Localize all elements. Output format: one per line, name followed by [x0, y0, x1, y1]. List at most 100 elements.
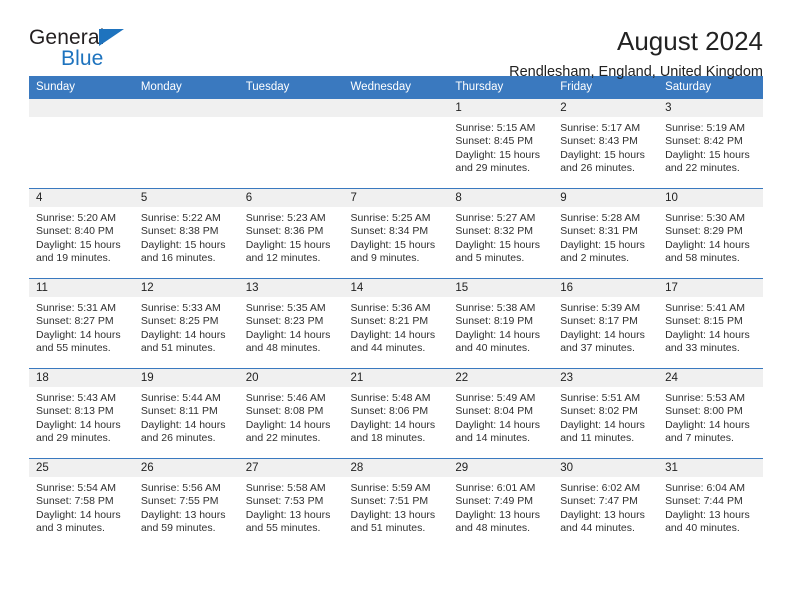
brand-logo[interactable]: General Blue: [29, 26, 149, 78]
day-details: Sunrise: 5:22 AM Sunset: 8:38 PM Daylight:…: [134, 207, 239, 266]
day-number: 25: [29, 459, 134, 477]
daylight-text-line1: Daylight: 15 hours: [665, 148, 750, 161]
daylight-text-line1: Daylight: 15 hours: [140, 238, 226, 251]
sunrise-text: Sunrise: 5:19 AM: [665, 122, 746, 134]
calendar-day-cell[interactable]: 5 Sunrise: 5:22 AM Sunset: 8:38 PM Daylight…: [133, 188, 239, 279]
calendar-day-cell[interactable]: 18 Sunrise: 5:43 AM Sunset: 8:13 PM Dayligh…: [29, 368, 134, 459]
sunrise-text: Sunrise: 5:15 AM: [455, 122, 536, 134]
calendar-day-cell[interactable]: 6 Sunrise: 5:23 AM Sunset: 8:36 PM Daylight…: [238, 188, 344, 279]
calendar-day-cell[interactable]: 10 Sunrise: 5:30 AM Sunset: 8:29 PM Dayligh…: [658, 188, 763, 279]
sunrise-text: Sunrise: 5:25 AM: [350, 212, 431, 224]
sunset-text: Sunset: 7:49 PM: [455, 495, 534, 508]
calendar-day-cell[interactable]: 26 Sunrise: 5:56 AM Sunset: 7:55 PM Dayligh…: [133, 458, 239, 548]
calendar-day-cell[interactable]: 12 Sunrise: 5:33 AM Sunset: 8:25 PM Dayligh…: [133, 278, 239, 369]
daylight-text-line2: and 48 minutes.: [455, 522, 531, 535]
calendar-week-row: 11 Sunrise: 5:31 AM Sunset: 8:27 PM Dayligh…: [29, 278, 763, 369]
day-number: 10: [658, 189, 763, 207]
sunrise-text: Sunrise: 5:38 AM: [455, 302, 536, 314]
sunset-text: Sunset: 8:21 PM: [350, 315, 429, 328]
day-details: Sunrise: 5:48 AM Sunset: 8:06 PM Daylight:…: [344, 387, 449, 446]
daylight-text-line1: Daylight: 14 hours: [665, 418, 750, 431]
daylight-text-line2: and 16 minutes.: [140, 252, 216, 265]
sunset-text: Sunset: 8:15 PM: [665, 315, 743, 328]
day-number: 16: [553, 279, 659, 297]
sunrise-text: Sunrise: 5:43 AM: [36, 392, 116, 404]
calendar-day-cell[interactable]: 31 Sunrise: 6:04 AM Sunset: 7:44 PM Dayligh…: [658, 458, 763, 548]
calendar-day-cell[interactable]: 13 Sunrise: 5:35 AM Sunset: 8:23 PM Dayligh…: [238, 278, 344, 369]
calendar-day-cell[interactable]: 8 Sunrise: 5:27 AM Sunset: 8:32 PM Daylight…: [448, 188, 554, 279]
day-number: 9: [553, 189, 659, 207]
calendar-grid: Sunday Monday Tuesday Wednesday Thursday Frid…: [29, 76, 763, 548]
calendar-day-cell[interactable]: 19 Sunrise: 5:44 AM Sunset: 8:11 PM Dayligh…: [133, 368, 239, 459]
calendar-page: General Blue August 2024 Rendlesham, Eng…: [0, 0, 792, 612]
sunset-text: Sunset: 7:55 PM: [140, 495, 219, 508]
calendar-week-row: 25 Sunrise: 5:54 AM Sunset: 7:58 PM Dayligh…: [29, 458, 763, 548]
calendar-day-cell[interactable]: 22 Sunrise: 5:49 AM Sunset: 8:04 PM Dayligh…: [448, 368, 554, 459]
sunrise-text: Sunrise: 5:39 AM: [560, 302, 641, 314]
sunset-text: Sunset: 8:04 PM: [455, 405, 534, 418]
sunset-text: Sunset: 7:51 PM: [350, 495, 429, 508]
daylight-text-line2: and 55 minutes.: [36, 342, 111, 355]
sunrise-text: Sunrise: 5:54 AM: [36, 482, 116, 494]
sunrise-text: Sunrise: 5:53 AM: [665, 392, 746, 404]
calendar-day-cell[interactable]: 30 Sunrise: 6:02 AM Sunset: 7:47 PM Dayligh…: [553, 458, 659, 548]
day-details: Sunrise: 5:36 AM Sunset: 8:21 PM Daylight:…: [344, 297, 449, 356]
calendar-day-cell[interactable]: 3 Sunrise: 5:19 AM Sunset: 8:42 PM Daylight…: [658, 98, 763, 189]
calendar-day-cell[interactable]: 1 Sunrise: 5:15 AM Sunset: 8:45 PM Daylight…: [448, 98, 554, 189]
daylight-text-line1: Daylight: 15 hours: [455, 238, 541, 251]
daylight-text-line2: and 59 minutes.: [140, 522, 216, 535]
sunset-text: Sunset: 8:19 PM: [455, 315, 534, 328]
calendar-day-cell[interactable]: 15 Sunrise: 5:38 AM Sunset: 8:19 PM Dayligh…: [448, 278, 554, 369]
calendar-day-cell[interactable]: 29 Sunrise: 6:01 AM Sunset: 7:49 PM Dayligh…: [448, 458, 554, 548]
calendar-day-cell[interactable]: 28 Sunrise: 5:59 AM Sunset: 7:51 PM Dayligh…: [343, 458, 449, 548]
daylight-text-line2: and 22 minutes.: [245, 432, 321, 445]
weekday-header-tuesday: Tuesday: [238, 76, 344, 99]
day-number: [343, 99, 449, 117]
day-details: Sunrise: 6:01 AM Sunset: 7:49 PM Daylight:…: [448, 477, 553, 536]
day-number: 4: [29, 189, 134, 207]
daylight-text-line2: and 26 minutes.: [140, 432, 216, 445]
calendar-day-cell[interactable]: 17 Sunrise: 5:41 AM Sunset: 8:15 PM Dayligh…: [658, 278, 763, 369]
day-details: Sunrise: 5:17 AM Sunset: 8:43 PM Daylight:…: [553, 117, 658, 176]
day-details: Sunrise: 5:25 AM Sunset: 8:34 PM Daylight:…: [344, 207, 449, 266]
page-header: General Blue August 2024 Rendlesham, Eng…: [29, 0, 763, 80]
calendar-day-cell[interactable]: 9 Sunrise: 5:28 AM Sunset: 8:31 PM Daylight…: [553, 188, 659, 279]
sunrise-text: Sunrise: 5:30 AM: [665, 212, 746, 224]
calendar-day-cell[interactable]: 23 Sunrise: 5:51 AM Sunset: 8:02 PM Dayligh…: [553, 368, 659, 459]
daylight-text-line2: and 29 minutes.: [36, 432, 111, 445]
day-details: Sunrise: 5:56 AM Sunset: 7:55 PM Daylight:…: [134, 477, 239, 536]
sunrise-text: Sunrise: 5:46 AM: [245, 392, 326, 404]
sunset-text: Sunset: 8:06 PM: [350, 405, 429, 418]
sunset-text: Sunset: 8:43 PM: [560, 135, 638, 148]
daylight-text-line1: Daylight: 14 hours: [36, 328, 121, 341]
calendar-day-cell[interactable]: 16 Sunrise: 5:39 AM Sunset: 8:17 PM Dayligh…: [553, 278, 659, 369]
daylight-text-line2: and 18 minutes.: [350, 432, 426, 445]
calendar-day-cell[interactable]: 4 Sunrise: 5:20 AM Sunset: 8:40 PM Daylight…: [29, 188, 134, 279]
daylight-text-line1: Daylight: 14 hours: [560, 328, 645, 341]
calendar-day-cell[interactable]: 2 Sunrise: 5:17 AM Sunset: 8:43 PM Daylight…: [553, 98, 659, 189]
day-number: 19: [133, 369, 239, 387]
daylight-text-line2: and 40 minutes.: [455, 342, 531, 355]
daylight-text-line2: and 19 minutes.: [36, 252, 111, 265]
sunrise-text: Sunrise: 5:27 AM: [455, 212, 536, 224]
sunset-text: Sunset: 8:29 PM: [665, 225, 743, 238]
day-details: Sunrise: 5:59 AM Sunset: 7:51 PM Daylight:…: [344, 477, 449, 536]
sunrise-text: Sunrise: 5:36 AM: [350, 302, 431, 314]
daylight-text-line2: and 48 minutes.: [245, 342, 321, 355]
calendar-day-cell[interactable]: 21 Sunrise: 5:48 AM Sunset: 8:06 PM Dayligh…: [343, 368, 449, 459]
calendar-day-cell[interactable]: 7 Sunrise: 5:25 AM Sunset: 8:34 PM Daylight…: [343, 188, 449, 279]
calendar-day-cell[interactable]: 14 Sunrise: 5:36 AM Sunset: 8:21 PM Dayligh…: [343, 278, 449, 369]
calendar-day-cell[interactable]: 20 Sunrise: 5:46 AM Sunset: 8:08 PM Dayligh…: [238, 368, 344, 459]
calendar-day-cell[interactable]: 11 Sunrise: 5:31 AM Sunset: 8:27 PM Dayligh…: [29, 278, 134, 369]
sunset-text: Sunset: 8:36 PM: [245, 225, 324, 238]
calendar-day-cell[interactable]: 25 Sunrise: 5:54 AM Sunset: 7:58 PM Dayligh…: [29, 458, 134, 548]
daylight-text-line1: Daylight: 13 hours: [455, 508, 541, 521]
sunrise-text: Sunrise: 6:04 AM: [665, 482, 746, 494]
calendar-day-cell[interactable]: 24 Sunrise: 5:53 AM Sunset: 8:00 PM Dayligh…: [658, 368, 763, 459]
calendar-day-cell[interactable]: 27 Sunrise: 5:58 AM Sunset: 7:53 PM Dayligh…: [238, 458, 344, 548]
day-number: 22: [448, 369, 554, 387]
day-number: 18: [29, 369, 134, 387]
daylight-text-line1: Daylight: 14 hours: [665, 238, 750, 251]
day-details: Sunrise: 5:33 AM Sunset: 8:25 PM Daylight:…: [134, 297, 239, 356]
day-number: 31: [658, 459, 763, 477]
